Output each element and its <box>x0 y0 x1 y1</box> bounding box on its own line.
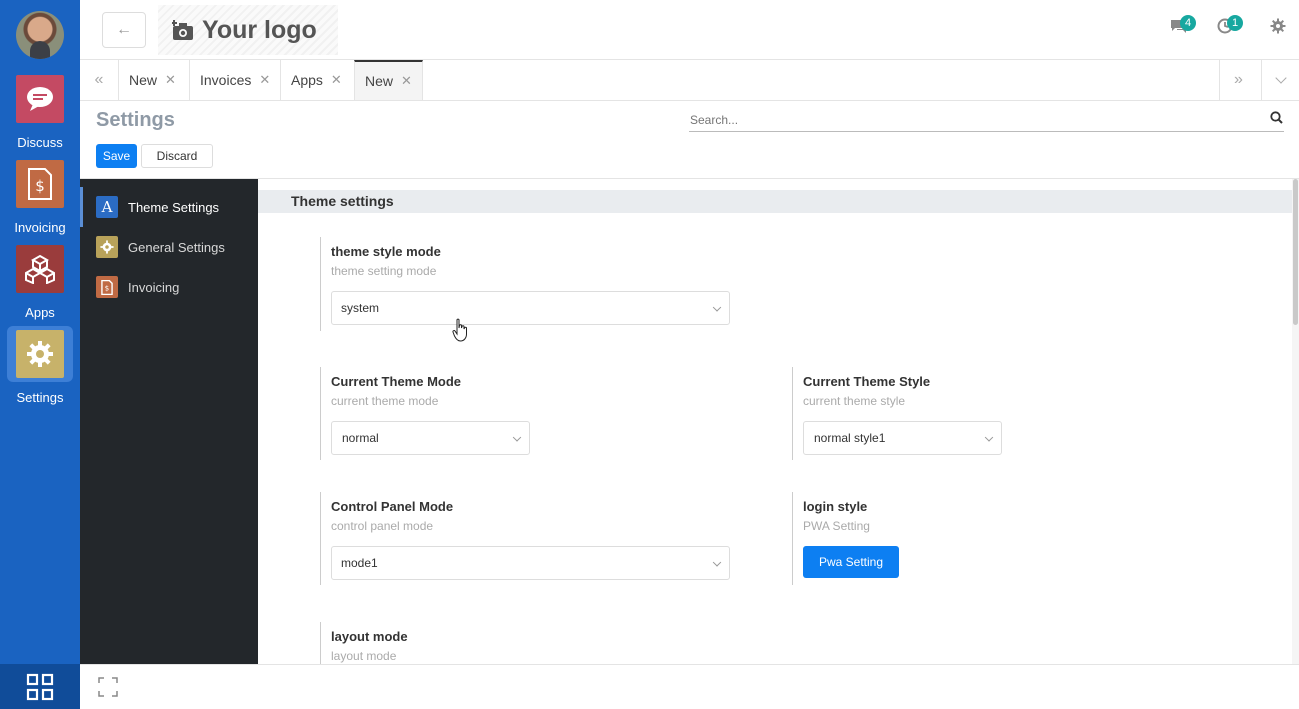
discard-button[interactable]: Discard <box>141 144 213 168</box>
back-button[interactable]: ← <box>102 12 146 48</box>
bottom-bar <box>80 664 1299 709</box>
field-label: Current Theme Style <box>803 374 931 389</box>
field-description: PWA Setting <box>803 519 870 533</box>
tab-label: New <box>365 73 394 89</box>
chevron-down-icon <box>512 433 522 442</box>
field-label: layout mode <box>331 629 408 644</box>
field-label: Current Theme Mode <box>331 374 462 389</box>
svg-text:$: $ <box>105 284 109 292</box>
settings-content: Theme settings theme style mode theme se… <box>258 179 1292 664</box>
content-scrollbar[interactable] <box>1292 179 1299 664</box>
select-value: mode1 <box>341 556 378 570</box>
tab-label: Invoices <box>200 72 252 88</box>
user-avatar[interactable] <box>16 11 64 59</box>
settings-side-menu: A Theme Settings General Settings $ Invo… <box>80 179 258 664</box>
control-panel-mode-select[interactable]: mode1 <box>331 546 730 580</box>
gear-icon <box>96 236 118 258</box>
section-title: Theme settings <box>258 190 1292 213</box>
chat-bubble-icon <box>16 75 64 123</box>
double-chevron-right-icon: » <box>1234 71 1243 88</box>
close-icon[interactable]: ✕ <box>401 73 412 89</box>
chevron-down-icon <box>712 558 722 567</box>
gear-icon <box>1270 18 1286 34</box>
close-icon[interactable]: ✕ <box>259 72 270 88</box>
field-label: theme style mode <box>331 244 441 259</box>
search-input[interactable] <box>689 108 1284 132</box>
side-item-general-settings[interactable]: General Settings <box>80 227 258 267</box>
chevron-down-icon <box>1274 72 1287 84</box>
activities-button[interactable]: 1 <box>1217 15 1243 39</box>
tab-apps[interactable]: Apps ✕ <box>280 60 354 100</box>
app-rail: Discuss $ Invoicing Apps Settings <box>0 0 80 709</box>
page-title: Settings <box>96 109 175 131</box>
field-description: current theme style <box>803 394 906 408</box>
tabs-scroll-right-button[interactable]: » <box>1219 60 1257 100</box>
fullscreen-icon[interactable] <box>98 677 118 697</box>
field-label: login style <box>803 499 868 514</box>
tabs-dropdown-button[interactable] <box>1261 60 1299 100</box>
chevron-down-icon <box>984 433 994 442</box>
settings-button[interactable] <box>1270 18 1286 39</box>
scrollbar-thumb[interactable] <box>1293 179 1298 325</box>
rail-item-label: Settings <box>16 390 64 405</box>
save-button[interactable]: Save <box>96 144 137 168</box>
field-description: current theme mode <box>331 394 439 408</box>
logo-text: Your logo <box>202 16 317 44</box>
side-item-theme-settings[interactable]: A Theme Settings <box>80 187 258 227</box>
close-icon[interactable]: ✕ <box>331 72 342 88</box>
camera-plus-icon <box>172 19 193 40</box>
activities-badge: 1 <box>1227 15 1243 31</box>
rail-item-apps[interactable]: Apps <box>0 245 80 325</box>
apps-grid-button[interactable] <box>0 664 80 709</box>
select-value: normal <box>342 431 379 445</box>
svg-text:$: $ <box>35 177 45 195</box>
rail-item-label: Apps <box>25 305 55 320</box>
rail-item-discuss[interactable]: Discuss <box>0 75 80 155</box>
side-item-label: Invoicing <box>128 279 180 295</box>
field-description: control panel mode <box>331 519 434 533</box>
theme-style-mode-select[interactable]: system <box>331 291 730 325</box>
tab-bar: « New ✕ Invoices ✕ Apps ✕ New ✕ » <box>80 60 1299 101</box>
side-item-invoicing[interactable]: $ Invoicing <box>80 267 258 307</box>
invoice-icon: $ <box>16 160 64 208</box>
company-logo: Your logo <box>172 16 317 45</box>
side-item-label: General Settings <box>128 239 225 255</box>
top-bar: ← Your logo 4 1 <box>80 0 1299 60</box>
arrow-left-icon: ← <box>116 21 132 38</box>
current-theme-style-select[interactable]: normal style1 <box>803 421 1002 455</box>
field-layout-mode: layout mode layout mode <box>320 622 740 664</box>
tab-label: New <box>129 72 158 88</box>
current-theme-mode-select[interactable]: normal <box>331 421 530 455</box>
close-icon[interactable]: ✕ <box>165 72 176 88</box>
hand-cursor-icon <box>452 318 470 345</box>
field-description: theme setting mode <box>331 264 437 278</box>
invoice-icon: $ <box>96 276 118 298</box>
select-value: system <box>341 301 380 315</box>
select-value: normal style1 <box>814 431 886 445</box>
tab-invoices[interactable]: Invoices ✕ <box>189 60 280 100</box>
side-item-label: Theme Settings <box>128 199 220 215</box>
tab-new-active[interactable]: New ✕ <box>354 60 423 100</box>
tab-label: Apps <box>291 72 323 88</box>
field-label: Control Panel Mode <box>331 499 454 514</box>
rail-item-settings[interactable] <box>7 326 73 382</box>
grid-icon <box>26 673 54 700</box>
pwa-setting-button[interactable]: Pwa Setting <box>803 546 899 578</box>
rail-item-label: Invoicing <box>14 220 66 235</box>
rail-item-label: Discuss <box>17 135 63 150</box>
messages-button[interactable]: 4 <box>1170 15 1196 39</box>
double-chevron-left-icon: « <box>94 71 104 88</box>
chevron-down-icon <box>712 303 722 312</box>
search-icon[interactable] <box>1270 111 1283 127</box>
tab-new-1[interactable]: New ✕ <box>118 60 189 100</box>
theme-a-icon: A <box>96 196 118 218</box>
rail-item-invoicing[interactable]: $ Invoicing <box>0 160 80 240</box>
cubes-icon <box>16 245 64 293</box>
messages-badge: 4 <box>1180 15 1196 31</box>
field-description: layout mode <box>331 649 397 663</box>
gear-icon <box>16 330 64 378</box>
tabs-scroll-left-button[interactable]: « <box>80 60 118 100</box>
